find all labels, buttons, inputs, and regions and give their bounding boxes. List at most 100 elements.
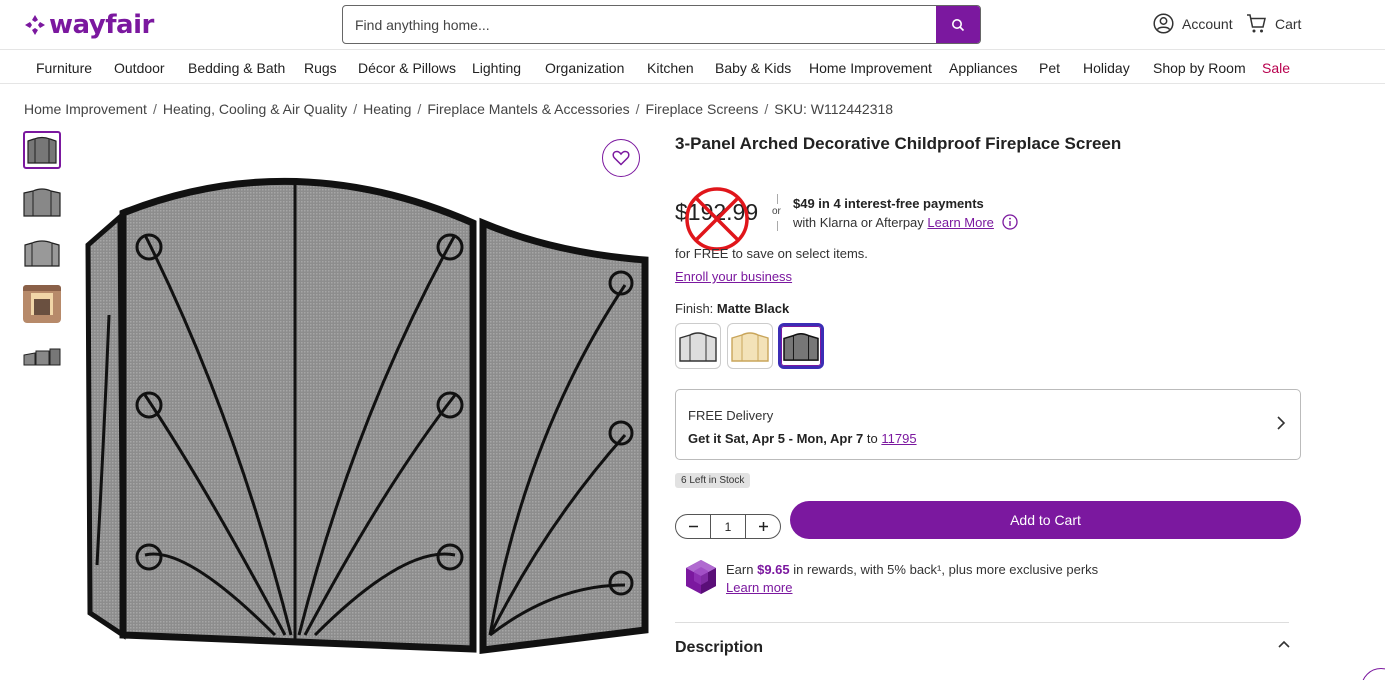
quantity-increase-button[interactable] xyxy=(746,515,780,538)
fireplace-screen-image xyxy=(85,177,649,654)
installments-text: $49 in 4 interest-free payments xyxy=(793,196,984,211)
account-label: Account xyxy=(1182,15,1233,32)
cart-icon xyxy=(1247,14,1266,33)
nav-item-kitchen[interactable]: Kitchen xyxy=(647,60,694,76)
divider-line xyxy=(777,194,778,204)
delivery-to-text: to xyxy=(866,431,878,446)
category-nav: Furniture Outdoor Bedding & Bath Rugs Dé… xyxy=(0,51,1385,84)
heart-icon xyxy=(612,150,630,166)
search-bar xyxy=(342,5,981,44)
wayfair-logo[interactable]: wayfair xyxy=(24,10,154,40)
nav-item-rugs[interactable]: Rugs xyxy=(304,60,337,76)
nav-item-shop-by-room[interactable]: Shop by Room xyxy=(1153,60,1246,76)
quantity-value[interactable]: 1 xyxy=(710,515,746,538)
no-entry-overlay-icon xyxy=(685,187,749,251)
rewards-gem-icon xyxy=(686,560,716,594)
delivery-date: Get it Sat, Apr 5 - Mon, Apr 7 to 11795 xyxy=(688,431,917,446)
search-button[interactable] xyxy=(936,6,980,43)
nav-item-baby-kids[interactable]: Baby & Kids xyxy=(715,60,791,76)
breadcrumb-separator: / xyxy=(764,101,769,117)
delivery-date-text: Get it Sat, Apr 5 - Mon, Apr 7 xyxy=(688,431,864,446)
nav-item-pet[interactable]: Pet xyxy=(1039,60,1060,76)
finish-label: Finish: Matte Black xyxy=(675,301,789,316)
rewards-amount: $9.65 xyxy=(757,562,790,577)
nav-item-holiday[interactable]: Holiday xyxy=(1083,60,1130,76)
fireplace-screen-thumbnail-icon xyxy=(23,188,61,217)
price-or-divider: or xyxy=(772,194,784,234)
description-heading[interactable]: Description xyxy=(675,639,763,657)
enroll-business-link[interactable]: Enroll your business xyxy=(675,269,792,284)
nav-item-lighting[interactable]: Lighting xyxy=(472,60,521,76)
product-thumbnail[interactable] xyxy=(23,285,61,323)
breadcrumb-link[interactable]: Fireplace Mantels & Accessories xyxy=(427,101,629,117)
account-link[interactable]: Account xyxy=(1153,13,1233,34)
product-thumbnail[interactable] xyxy=(23,234,61,272)
free-save-text: for FREE to save on select items. xyxy=(675,246,868,261)
fireplace-screen-swatch-icon xyxy=(783,332,819,361)
logo-text: wayfair xyxy=(49,10,154,40)
breadcrumb-separator: / xyxy=(353,101,358,117)
rewards-suffix: in rewards, with 5% back¹, plus more exc… xyxy=(793,562,1099,577)
quantity-decrease-button[interactable] xyxy=(676,515,710,538)
search-icon xyxy=(952,18,965,31)
minus-icon xyxy=(688,525,698,528)
breadcrumb-link[interactable]: Heating, Cooling & Air Quality xyxy=(163,101,347,117)
chevron-up-icon[interactable] xyxy=(1277,640,1291,650)
product-title: 3-Panel Arched Decorative Childproof Fir… xyxy=(675,134,1122,153)
learn-more-link[interactable]: Learn More xyxy=(927,215,993,230)
breadcrumb-link[interactable]: Home Improvement xyxy=(24,101,147,117)
fireplace-screen-swatch-icon xyxy=(731,332,769,362)
nav-item-sale[interactable]: Sale xyxy=(1262,60,1290,76)
nav-item-outdoor[interactable]: Outdoor xyxy=(114,60,165,76)
fireplace-screen-thumbnail-icon xyxy=(24,240,60,267)
breadcrumb-link[interactable]: Fireplace Screens xyxy=(646,101,759,117)
logo-mark-icon xyxy=(25,15,45,35)
finish-swatch-matte-black[interactable] xyxy=(778,323,824,369)
account-icon xyxy=(1153,13,1174,34)
fireplace-screen-thumbnail-icon xyxy=(23,348,61,366)
product-thumbnail[interactable] xyxy=(23,131,61,169)
fireplace-screen-thumbnail-icon xyxy=(27,136,57,164)
zip-code-link[interactable]: 11795 xyxy=(881,431,916,446)
finish-value: Matte Black xyxy=(716,301,790,316)
product-thumbnail[interactable] xyxy=(23,338,61,376)
finish-swatch-gold[interactable] xyxy=(727,323,773,369)
floating-action-button[interactable] xyxy=(1361,668,1385,680)
fireplace-screen-swatch-icon xyxy=(679,332,717,362)
rewards-prefix: Earn xyxy=(726,562,754,577)
main-product-image[interactable] xyxy=(85,165,653,655)
nav-item-furniture[interactable]: Furniture xyxy=(36,60,92,76)
installments-provider-text: with Klarna or Afterpay xyxy=(793,214,924,230)
add-to-cart-button[interactable]: Add to Cart xyxy=(790,501,1301,539)
nav-item-organization[interactable]: Organization xyxy=(545,60,624,76)
site-header: wayfair Account Cart xyxy=(0,0,1385,50)
nav-item-appliances[interactable]: Appliances xyxy=(949,60,1018,76)
plus-icon xyxy=(758,522,768,531)
breadcrumb-separator: / xyxy=(152,101,157,117)
info-icon[interactable] xyxy=(1002,214,1018,230)
cart-link[interactable]: Cart xyxy=(1246,13,1301,34)
nav-item-bedding-bath[interactable]: Bedding & Bath xyxy=(188,60,285,76)
finish-label-text: Finish: xyxy=(675,301,714,316)
delivery-headline: FREE Delivery xyxy=(688,408,774,423)
rewards-text: Earn $9.65 in rewards, with 5% back¹, pl… xyxy=(726,562,1098,577)
rewards-learn-more-link[interactable]: Learn more xyxy=(726,580,792,595)
search-input[interactable] xyxy=(343,6,936,43)
nav-item-decor-pillows[interactable]: Décor & Pillows xyxy=(358,60,456,76)
breadcrumb-separator: / xyxy=(417,101,422,117)
breadcrumb-sku: SKU: W112442318 xyxy=(774,101,894,117)
delivery-box[interactable]: FREE Delivery Get it Sat, Apr 5 - Mon, A… xyxy=(675,389,1301,460)
product-thumbnail[interactable] xyxy=(23,183,61,221)
breadcrumb-separator: / xyxy=(635,101,640,117)
stock-badge: 6 Left in Stock xyxy=(675,473,751,488)
breadcrumb-link[interactable]: Heating xyxy=(363,101,411,117)
chevron-right-icon xyxy=(1277,416,1286,430)
divider-line xyxy=(777,221,778,231)
nav-item-home-improvement[interactable]: Home Improvement xyxy=(809,60,932,76)
section-divider xyxy=(675,622,1289,623)
or-text: or xyxy=(772,206,781,217)
favorite-button[interactable] xyxy=(602,139,640,177)
cart-label: Cart xyxy=(1275,15,1302,32)
finish-swatch-silver[interactable] xyxy=(675,323,721,369)
room-scene-thumbnail-icon xyxy=(23,285,61,323)
